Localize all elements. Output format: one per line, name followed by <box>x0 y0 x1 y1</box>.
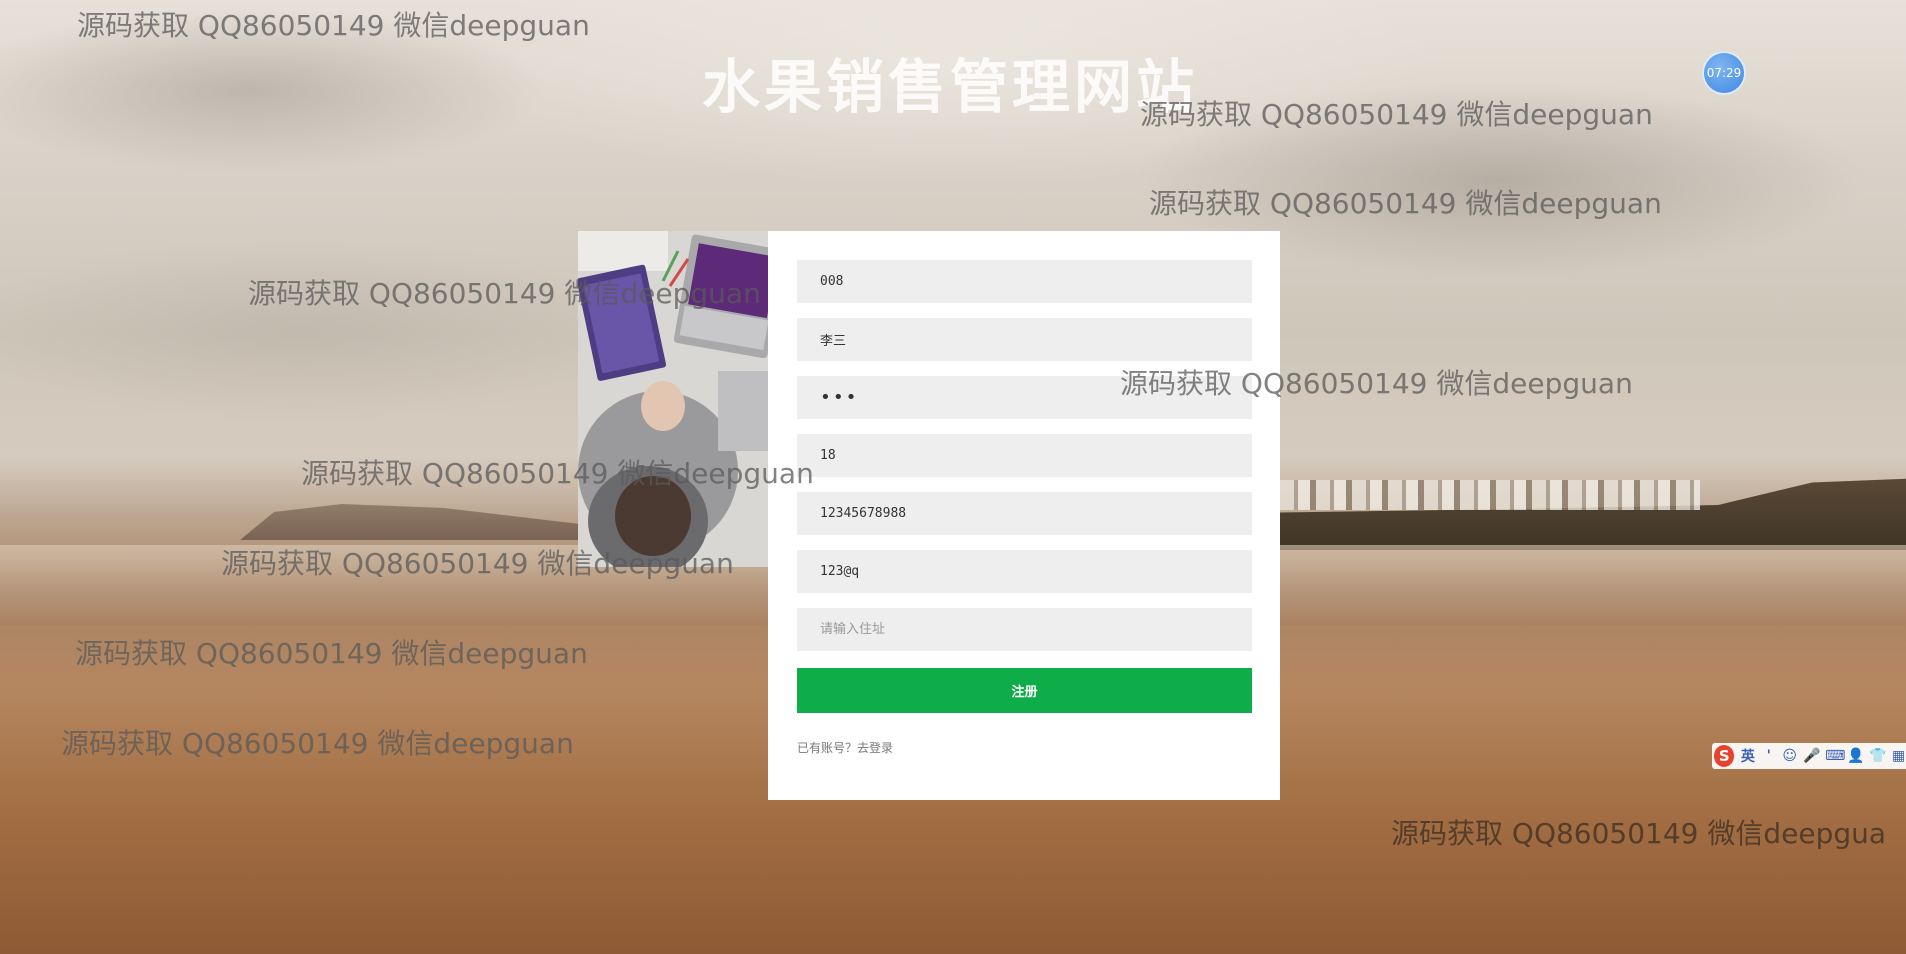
watermark: 源码获取 QQ86050149 微信deepguan <box>1149 187 1662 220</box>
ime-toolbar[interactable]: S 英 ' ☺ 🎤 ⌨ 👤 👕 ▦ <box>1712 743 1906 769</box>
watermark: 源码获取 QQ86050149 微信deepguan <box>1140 98 1653 131</box>
watermark: 源码获取 QQ86050149 微信deepguan <box>61 727 574 760</box>
ime-user-icon[interactable]: 👤 <box>1847 748 1864 764</box>
user-id-field[interactable] <box>797 260 1252 303</box>
ime-keyboard-icon[interactable]: ⌨ <box>1825 748 1845 764</box>
watermark: 源码获取 QQ86050149 微信deepgua <box>1391 817 1887 850</box>
watermark: 源码获取 QQ86050149 微信deepguan <box>221 547 734 580</box>
register-button[interactable]: 注册 <box>797 668 1252 713</box>
ime-skin-icon[interactable]: 👕 <box>1869 748 1886 764</box>
ime-menu-icon[interactable]: ▦ <box>1891 748 1906 764</box>
register-form: 注册 已有账号？去登录 <box>768 231 1280 800</box>
watermark: 源码获取 QQ86050149 微信deepguan <box>301 457 814 490</box>
ime-microphone-icon[interactable]: 🎤 <box>1803 748 1820 764</box>
ime-language-toggle[interactable]: 英 <box>1740 746 1755 766</box>
login-link[interactable]: 已有账号？去登录 <box>797 739 1251 756</box>
address-field[interactable] <box>797 608 1252 651</box>
email-field[interactable] <box>797 550 1252 593</box>
name-field[interactable] <box>797 318 1252 361</box>
phone-field[interactable] <box>797 492 1252 535</box>
watermark: 源码获取 QQ86050149 微信deepguan <box>248 277 761 310</box>
watermark: 源码获取 QQ86050149 微信deepguan <box>77 9 590 42</box>
sogou-logo-icon[interactable]: S <box>1714 745 1735 767</box>
ime-emoji-icon[interactable]: ☺ <box>1782 748 1797 764</box>
ime-punctuation-icon[interactable]: ' <box>1761 748 1776 764</box>
background-houses <box>1280 480 1700 510</box>
age-field[interactable] <box>797 434 1252 477</box>
watermark: 源码获取 QQ86050149 微信deepguan <box>1120 367 1633 400</box>
watermark: 源码获取 QQ86050149 微信deepguan <box>75 637 588 670</box>
clock-badge: 07:29 <box>1702 51 1746 95</box>
